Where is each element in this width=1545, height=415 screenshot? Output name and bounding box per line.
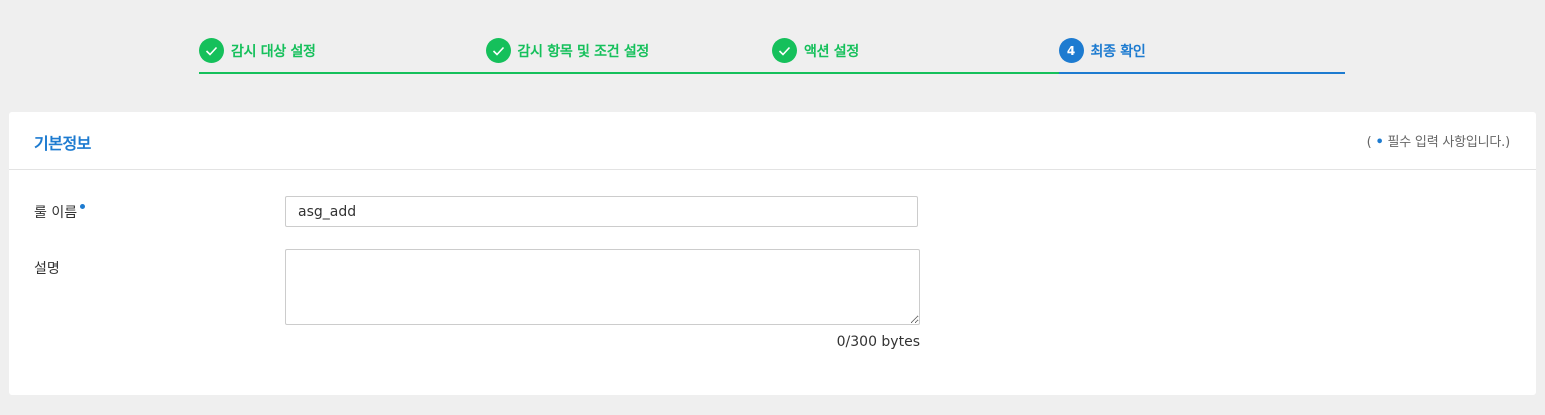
check-icon: [485, 38, 511, 63]
step-label: 감시 대상 설정: [231, 43, 316, 60]
step-progress-bar: [1058, 72, 1345, 74]
description-textarea[interactable]: [285, 249, 920, 325]
required-note: ( • 필수 입력 사항입니다.): [1367, 131, 1511, 150]
step-progress-bar: [772, 72, 1059, 74]
byte-counter: 0/300 bytes: [836, 334, 920, 350]
rule-name-label: 룰 이름: [34, 202, 86, 222]
step-action-settings: 액션 설정: [772, 36, 1059, 74]
step-label: 감시 항목 및 조건 설정: [517, 43, 650, 60]
step-number: 4: [1058, 38, 1084, 63]
rule-name-input[interactable]: [285, 196, 918, 227]
check-icon: [772, 38, 797, 63]
basic-info-panel: 기본정보 ( • 필수 입력 사항입니다.) 룰 이름 설명 0/300 byt…: [9, 112, 1536, 395]
step-label: 최종 확인: [1090, 43, 1146, 60]
step-final-confirm: 4 최종 확인: [1058, 36, 1345, 74]
required-dot-icon: •: [1375, 135, 1384, 150]
check-icon: [199, 38, 224, 63]
step-progress-bar: [199, 72, 486, 74]
required-dot-icon: [80, 204, 86, 209]
panel-title: 기본정보: [34, 134, 91, 153]
step-metric-condition-settings: 감시 항목 및 조건 설정: [485, 36, 772, 74]
rule-name-label-text: 룰 이름: [34, 205, 78, 221]
step-progress-bar: [485, 72, 772, 74]
panel-header: 기본정보 ( • 필수 입력 사항입니다.): [9, 112, 1536, 170]
step-target-settings: 감시 대상 설정: [199, 36, 486, 74]
step-label: 액션 설정: [804, 43, 859, 60]
required-note-text: 필수 입력 사항입니다.): [1383, 135, 1510, 150]
description-label: 설명: [34, 261, 60, 277]
progress-stepper: 감시 대상 설정 감시 항목 및 조건 설정 액션 설정 4 최종 확인: [199, 36, 1345, 74]
